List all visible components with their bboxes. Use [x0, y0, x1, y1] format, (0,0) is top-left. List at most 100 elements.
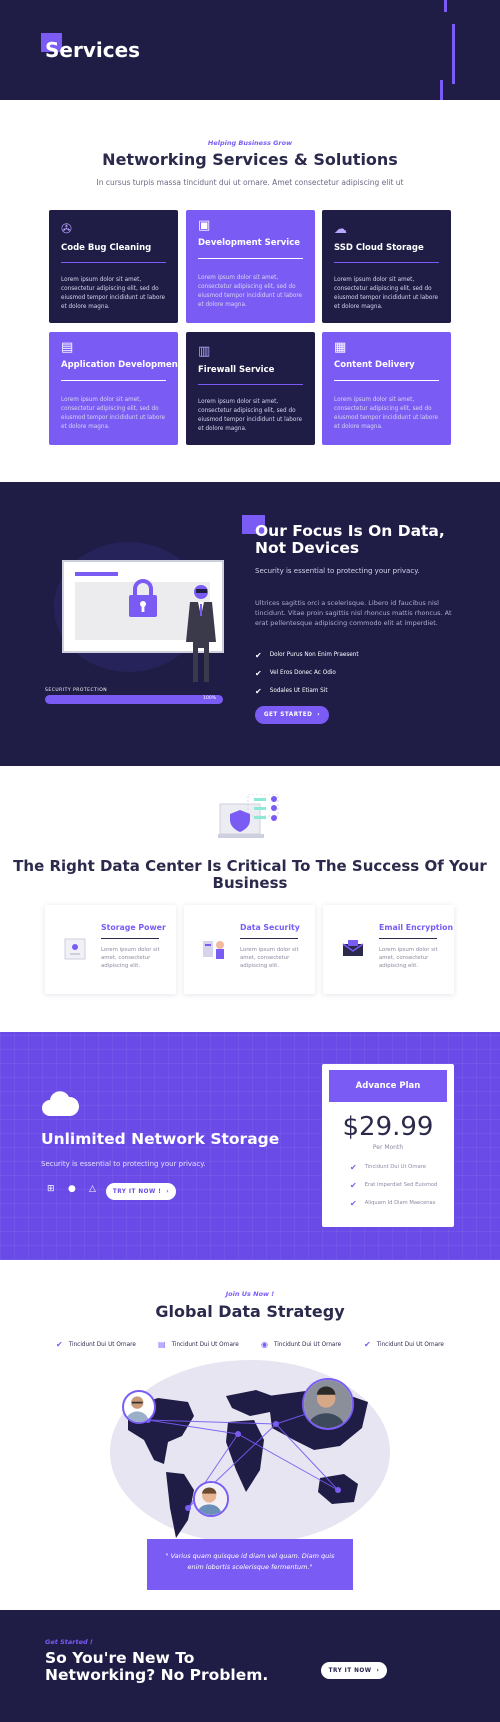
feature-title: Data Security — [240, 923, 300, 932]
cloud-icon: ☁ — [334, 222, 347, 237]
list-item-label: Tincidunt Dui Ut Ornare — [364, 1164, 426, 1170]
service-card-divider — [198, 258, 303, 259]
plan-price: $29.99 — [342, 1112, 434, 1142]
storage-icon — [64, 938, 86, 960]
list-item: ✔ Erat Imperdiet Sed Euismod — [350, 1176, 437, 1194]
testimonial-quote: " Varius quam quisque id diam vel quam. … — [147, 1539, 353, 1590]
list-item-label: Aliquam Id Diam Maecenas — [364, 1200, 436, 1206]
service-card-divider — [334, 380, 439, 381]
list-item: ✔ Sodales Ut Etiam Sit — [255, 682, 359, 700]
screen-bar — [75, 572, 118, 576]
service-card-title: SSD Cloud Storage — [334, 243, 424, 253]
feature-card[interactable]: Email Encryption Lorem ipsum dolor sit a… — [323, 905, 454, 994]
service-card-desc: Lorem ipsum dolor sit amet, consectetur … — [198, 399, 303, 432]
plan-features: ✔ Tincidunt Dui Ut Ornare ✔ Erat Imperdiet… — [350, 1158, 437, 1212]
feature-chip-label: Tincidunt Dui Ut Ornare — [376, 1341, 444, 1348]
services-section: Helping Business Grow Networking Service… — [0, 100, 500, 482]
services-title: Networking Services & Solutions — [102, 150, 398, 169]
list-item: ✔ Aliquam Id Diam Maecenas — [350, 1194, 437, 1212]
hero-accent-bar — [444, 0, 447, 12]
chevron-right-icon: › — [317, 712, 321, 718]
try-it-now-button[interactable]: TRY IT NOW ! › — [106, 1183, 176, 1200]
check-icon: ✔ — [350, 1198, 357, 1208]
focus-checklist: ✔ Dolor Purus Non Enim Praesent ✔ Vel Eros… — [255, 646, 359, 700]
windows-icon[interactable]: ⊞ — [47, 1184, 55, 1194]
feature-desc: Lorem ipsum dolor sit amet, consectetur … — [379, 947, 438, 969]
avatar — [302, 1378, 354, 1430]
service-card-divider — [61, 262, 166, 263]
hero-accent-bar — [440, 80, 443, 100]
feature-title: Email Encryption — [379, 923, 454, 932]
try-it-now-label: TRY IT NOW — [328, 1667, 372, 1674]
service-card[interactable]: ▤ Application Development Lorem ipsum do… — [49, 332, 182, 445]
try-it-now-button[interactable]: TRY IT NOW › — [321, 1662, 387, 1679]
send-icon: ◉ — [261, 1340, 268, 1349]
feature-chip-label: Tincidunt Dui Ut Ornare — [171, 1341, 239, 1348]
feature-divider — [101, 938, 159, 939]
service-card-title: Application Development — [61, 360, 182, 370]
chevron-right-icon: › — [166, 1188, 170, 1195]
storage-subtitle: Security is essential to protecting your… — [41, 1160, 206, 1168]
service-card-desc: Lorem ipsum dolor sit amet, consectetur … — [61, 397, 166, 430]
hero-banner: Services — [0, 0, 500, 100]
global-eyebrow: Join Us Now ! — [225, 1290, 275, 1298]
service-card-title: Development Service — [198, 238, 300, 248]
security-progress-value: 100% — [203, 696, 216, 701]
service-card-divider — [198, 384, 303, 385]
storage-section: Unlimited Network Storage Security is es… — [0, 1032, 500, 1260]
linux-icon[interactable]: △ — [89, 1184, 96, 1194]
list-item: ✔ Dolor Purus Non Enim Praesent — [255, 646, 359, 664]
global-section: Join Us Now ! Global Data Strategy ✔ Tinc… — [0, 1260, 500, 1610]
data-security-icon — [203, 941, 224, 959]
focus-title: Our Focus Is On Data, Not Devices — [255, 522, 445, 557]
data-shield-illustration — [218, 794, 279, 838]
service-card-title: Content Delivery — [334, 360, 415, 370]
feature-card[interactable]: Storage Power Lorem ipsum dolor sit amet… — [45, 905, 176, 994]
global-title: Global Data Strategy — [155, 1302, 345, 1321]
service-card[interactable]: ☁ SSD Cloud Storage Lorem ipsum dolor si… — [322, 210, 451, 323]
cta-eyebrow: Get Started ! — [45, 1638, 93, 1646]
code-icon: ▣ — [198, 218, 211, 233]
service-card-title: Code Bug Cleaning — [61, 243, 152, 253]
service-card-title: Firewall Service — [198, 365, 275, 375]
check-icon: ✔ — [350, 1162, 357, 1172]
service-card[interactable]: ▦ Content Delivery Lorem ipsum dolor sit… — [322, 332, 451, 445]
service-card[interactable]: ▥ Firewall Service Lorem ipsum dolor sit… — [186, 332, 315, 445]
service-card-desc: Lorem ipsum dolor sit amet, consectetur … — [334, 397, 439, 430]
get-started-button[interactable]: GET STARTED › — [255, 706, 329, 724]
storage-title: Unlimited Network Storage — [41, 1130, 280, 1148]
feature-card[interactable]: Data Security Lorem ipsum dolor sit amet… — [184, 905, 315, 994]
datacenter-title: The Right Data Center Is Critical To The… — [13, 857, 487, 892]
datacenter-section: The Right Data Center Is Critical To The… — [0, 766, 500, 1032]
email-encryption-icon — [342, 940, 364, 956]
services-eyebrow: Helping Business Grow — [207, 139, 293, 147]
app-icon: ▤ — [61, 340, 74, 355]
lock-icon — [129, 579, 157, 617]
server-icon: ▦ — [334, 340, 347, 355]
plan-period: Per Month — [372, 1144, 404, 1151]
focus-section: SECURITY PROTECTION 100% Our Focus Is On… — [0, 482, 500, 766]
check-icon: ✔ — [364, 1340, 371, 1349]
get-started-label: GET STARTED — [263, 712, 313, 718]
focus-text: Ultrices sagittis orci a scelerisque. Li… — [255, 599, 452, 627]
cta-section: Get Started ! So You're New To Networkin… — [0, 1610, 500, 1722]
security-progress-bar: 100% — [45, 695, 223, 704]
list-item-label: Erat Imperdiet Sed Euismod — [364, 1182, 438, 1188]
firewall-icon: ▥ — [198, 344, 211, 359]
chevron-right-icon: › — [376, 1667, 380, 1674]
page-title: Services — [45, 38, 141, 62]
service-card-divider — [334, 262, 439, 263]
service-card-divider — [61, 380, 166, 381]
apple-icon[interactable]: ● — [68, 1184, 76, 1194]
focus-subtitle: Security is essential to protecting your… — [255, 567, 420, 575]
feature-chip: ✔ Tincidunt Dui Ut Ornare — [56, 1340, 136, 1349]
pricing-card: Advance Plan $29.99 Per Month ✔ Tincidunt… — [322, 1064, 454, 1227]
feature-divider — [240, 938, 298, 939]
feature-chip: ✔ Tincidunt Dui Ut Ornare — [364, 1340, 444, 1349]
bug-icon: ✇ — [61, 222, 72, 237]
service-card[interactable]: ▣ Development Service Lorem ipsum dolor … — [186, 210, 315, 323]
list-item-label: Sodales Ut Etiam Sit — [269, 688, 328, 694]
service-card[interactable]: ✇ Code Bug Cleaning Lorem ipsum dolor si… — [49, 210, 178, 323]
feature-desc: Lorem ipsum dolor sit amet, consectetur … — [240, 947, 299, 969]
plan-name: Advance Plan — [329, 1070, 447, 1102]
